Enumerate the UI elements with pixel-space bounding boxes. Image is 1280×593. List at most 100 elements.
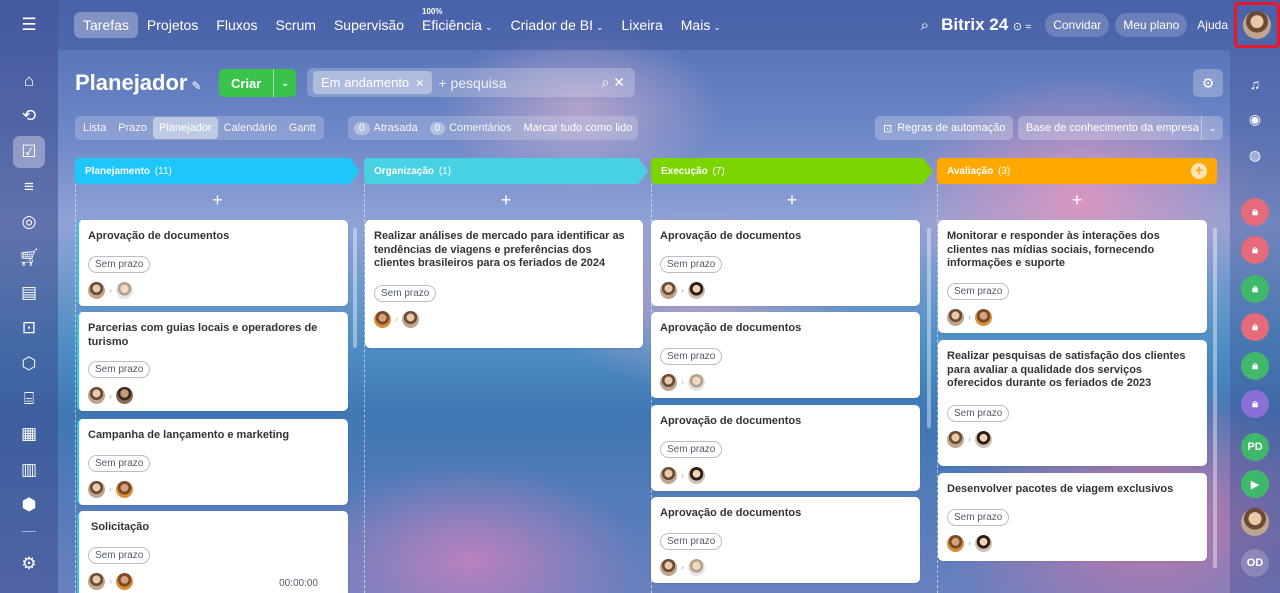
deadline-badge[interactable]: Sem prazo [947,282,1010,300]
avatar[interactable] [116,387,133,404]
lock-icon[interactable]: 🔒︎ [1241,390,1269,418]
search-clear-icons[interactable]: ⌕ ✕ [602,74,625,91]
settings-gear-button[interactable]: ⚙ [1193,69,1223,97]
deadline-badge[interactable]: Sem prazo [88,546,151,564]
create-button[interactable]: Criar ⌄ [219,69,296,97]
task-title[interactable]: Solicitação [88,521,338,535]
avatar[interactable] [975,430,992,448]
avatar[interactable] [660,281,677,299]
deadline-badge[interactable]: Sem prazo [374,284,437,302]
deadline-badge[interactable]: Sem prazo [660,440,723,458]
avatar[interactable] [947,534,964,552]
user-avatar-button[interactable] [1234,2,1280,48]
contact-card-icon[interactable]: ▤ [13,277,45,309]
avatar[interactable] [975,534,992,552]
task-card[interactable]: Desenvolver pacotes de viagem exclusivos… [938,473,1207,561]
avatar[interactable] [688,373,705,391]
task-card[interactable]: Parcerias com guias locais e operadores … [77,312,348,411]
deadline-badge[interactable]: Sem prazo [660,255,723,273]
nav-eficiencia[interactable]: 100% Eficiência ⌄ [413,7,501,38]
lock-icon[interactable]: 🔒︎ [1241,198,1269,226]
add-column-icon[interactable]: + [1191,163,1207,179]
store-icon[interactable]: ⌸ [13,383,45,415]
search-input[interactable] [438,74,599,91]
avatar[interactable] [660,558,677,576]
chevron-down-icon[interactable]: ⌄ [273,69,296,97]
deadline-badge[interactable]: Sem prazo [947,508,1010,526]
brand-logo[interactable]: Bitrix 24 ⊙ ≈ [941,15,1031,35]
column-header[interactable]: Execução (7) [651,158,933,184]
filter-icon[interactable]: ≡ [13,171,45,203]
add-task-button[interactable]: + [937,184,1217,217]
add-task-button[interactable]: + [75,184,360,217]
my-plan-button[interactable]: Meu plano [1115,13,1188,37]
task-card[interactable]: Campanha de lançamento e marketing Sem p… [77,419,348,505]
task-title[interactable]: Parcerias com guias locais e operadores … [88,322,338,349]
avatar[interactable] [116,281,133,299]
help-button[interactable]: Ajuda [1197,18,1228,32]
task-card[interactable]: Solicitação Sem prazo › 00:00:00 [77,511,348,593]
tab-calendario[interactable]: Calendário [218,117,283,139]
avatar[interactable] [1241,508,1269,536]
task-card[interactable]: Monitorar e responder às interações dos … [938,220,1207,333]
deadline-badge[interactable]: Sem prazo [88,361,151,378]
task-card[interactable]: Aprovação de documentos Sem prazo › [77,220,348,306]
search-icon[interactable]: ⌕ [921,17,929,34]
task-title[interactable]: Aprovação de documentos [660,415,910,429]
close-icon[interactable]: ✕ [415,78,424,90]
mark-all-read-link[interactable]: Marcar tudo como lido [524,122,633,134]
box-icon[interactable]: ⬡ [13,348,45,380]
task-title[interactable]: Aprovação de documentos [660,230,910,244]
column-header[interactable]: Organização (1) [364,158,648,184]
avatar[interactable] [947,308,964,326]
target-icon[interactable]: ◎ [13,206,45,238]
avatar[interactable] [660,466,677,484]
user-badge-od[interactable]: OD [1241,549,1269,577]
task-card[interactable]: Aprovação de documentos Sem prazo › [651,220,920,306]
fingerprint-icon[interactable]: ◉ [1241,105,1269,133]
analytics-icon[interactable]: ▥ [13,454,45,486]
nav-fluxos[interactable]: Fluxos [207,12,266,38]
deadline-badge[interactable]: Sem prazo [947,404,1010,422]
task-timer[interactable]: 00:00:00 [279,578,318,589]
avatar[interactable] [688,466,705,484]
task-title[interactable]: Campanha de lançamento e marketing [88,429,338,443]
task-title[interactable]: Realizar pesquisas de satisfação dos cli… [947,350,1197,391]
automation-rules-button[interactable]: ⊡ Regras de automação [875,116,1014,140]
tab-lista[interactable]: Lista [77,117,112,139]
avatar[interactable] [116,480,133,498]
task-title[interactable]: Realizar análises de mercado para identi… [374,230,633,271]
deadline-badge[interactable]: Sem prazo [88,255,151,273]
tab-gantt[interactable]: Gantt [283,117,322,139]
robot-icon[interactable]: ⊡ [13,312,45,344]
avatar[interactable] [660,373,677,391]
lock-icon[interactable]: 🔒︎ [1241,275,1269,303]
avatar[interactable] [116,572,133,590]
calendar-icon[interactable]: ▦ [13,418,45,450]
cart-icon[interactable]: 🛒︎ [13,242,45,274]
scrollbar[interactable] [1213,228,1217,568]
knowledge-base-button[interactable]: Base de conhecimento da empresa ⌄ [1018,116,1223,140]
avatar[interactable] [88,387,105,404]
task-card[interactable]: Aprovação de documentos Sem prazo › [651,497,920,583]
column-header[interactable]: Avaliação (3) + [937,158,1217,184]
deadline-badge[interactable]: Sem prazo [88,454,151,472]
avatar[interactable] [88,281,105,299]
invite-button[interactable]: Convidar [1045,13,1110,37]
avatar[interactable] [88,572,105,590]
task-card[interactable]: Realizar pesquisas de satisfação dos cli… [938,340,1207,466]
tab-planejador[interactable]: Planejador [153,117,218,139]
avatar[interactable] [374,310,391,328]
task-title[interactable]: Desenvolver pacotes de viagem exclusivos [947,483,1197,497]
tasks-icon[interactable]: ☑ [13,136,45,168]
chevron-down-icon[interactable]: ⌄ [1201,116,1223,140]
scrollbar[interactable] [927,228,931,428]
task-card[interactable]: Aprovação de documentos Sem prazo › [651,405,920,491]
comments-counter[interactable]: Comentários [449,122,511,134]
task-title[interactable]: Aprovação de documentos [660,322,910,336]
task-title[interactable]: Monitorar e responder às interações dos … [947,230,1197,271]
filter-chip[interactable]: Em andamento ✕ [313,71,433,94]
chat-icon[interactable]: ◍ [1241,141,1269,169]
hexagon-icon[interactable]: ⬢ [13,489,45,521]
add-task-button[interactable]: + [364,184,648,217]
